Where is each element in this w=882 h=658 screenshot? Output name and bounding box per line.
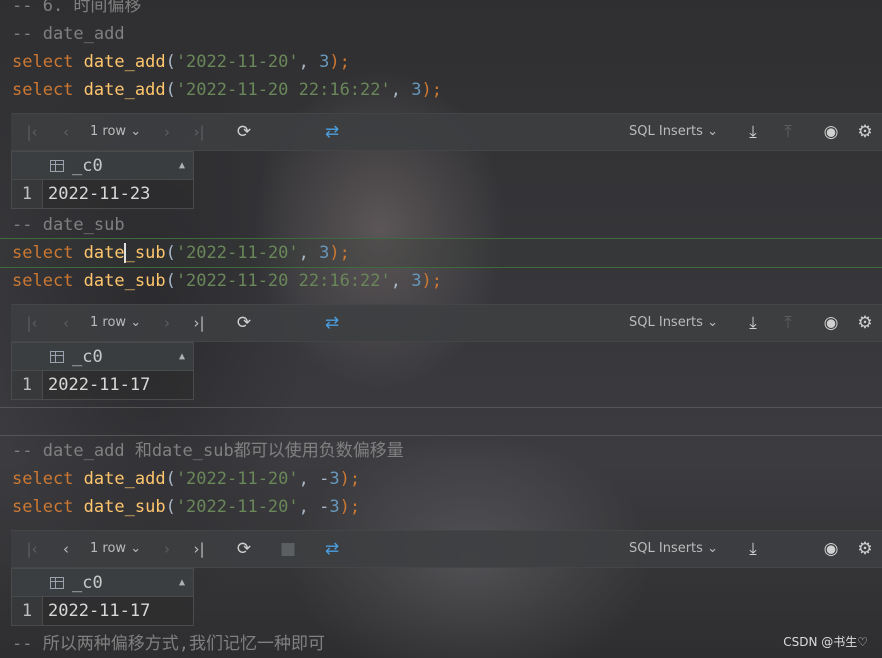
- compare-icon[interactable]: ⇄: [321, 114, 343, 150]
- row-number: 1: [12, 597, 43, 625]
- upload-icon[interactable]: ⤒: [777, 305, 799, 341]
- upload-icon[interactable]: ⤒: [777, 114, 799, 150]
- gear-icon[interactable]: ⚙: [854, 114, 876, 150]
- refresh-icon[interactable]: ⟳: [233, 305, 255, 341]
- next-page-icon[interactable]: ›: [156, 305, 178, 341]
- rows-dropdown[interactable]: 1 row ⌄: [90, 305, 141, 341]
- table-row[interactable]: 1 2022-11-17: [11, 371, 194, 400]
- gear-icon[interactable]: ⚙: [854, 305, 876, 341]
- format-dropdown[interactable]: SQL Inserts ⌄: [629, 305, 718, 341]
- prev-page-icon[interactable]: ‹: [55, 114, 77, 150]
- result-toolbar: |‹ ‹ 1 row ⌄ › ›| ⟳ ⇄ SQL Inserts ⌄ ⤓ ⤒ …: [11, 304, 882, 342]
- code-comment-line: -- 所以两种偏移方式,我们记忆一种即可: [12, 634, 325, 654]
- table-row[interactable]: 1 2022-11-17: [11, 597, 194, 626]
- compare-icon[interactable]: ⇄: [321, 305, 343, 341]
- download-icon[interactable]: ⤓: [742, 305, 764, 341]
- code-comment-line: -- date_add: [12, 24, 125, 44]
- format-dropdown[interactable]: SQL Inserts ⌄: [629, 531, 718, 567]
- last-page-icon[interactable]: ›|: [188, 114, 210, 150]
- row-number: 1: [12, 371, 43, 399]
- eye-icon[interactable]: ◉: [820, 305, 842, 341]
- code-comment-line: -- date_sub: [12, 215, 125, 235]
- table-cell[interactable]: 2022-11-17: [48, 597, 150, 625]
- result-toolbar: |‹ ‹ 1 row ⌄ › ›| ⟳ ■ ⇄ SQL Inserts ⌄ ⤓ …: [11, 530, 882, 568]
- refresh-icon[interactable]: ⟳: [233, 114, 255, 150]
- code-comment-line: -- date_add 和date_sub都可以使用负数偏移量: [12, 441, 404, 461]
- column-header[interactable]: _c0 ▲: [11, 568, 194, 597]
- table-row[interactable]: 1 2022-11-23: [11, 180, 194, 209]
- result-panel-1: |‹ ‹ 1 row ⌄ › ›| ⟳ ⇄ SQL Inserts ⌄ ⤓ ⤒ …: [11, 113, 882, 213]
- result-grid: _c0 ▲ 1 2022-11-17: [11, 568, 882, 630]
- next-page-icon[interactable]: ›: [156, 114, 178, 150]
- result-grid: _c0 ▲ 1 2022-11-23: [11, 151, 882, 213]
- download-icon[interactable]: ⤓: [742, 114, 764, 150]
- column-header[interactable]: _c0 ▲: [11, 151, 194, 180]
- sort-icon[interactable]: ▲: [179, 343, 185, 371]
- code-line[interactable]: select date_add('2022-11-20 22:16:22', 3…: [0, 76, 882, 104]
- first-page-icon[interactable]: |‹: [21, 114, 43, 150]
- result-grid: _c0 ▲ 1 2022-11-17: [11, 342, 882, 404]
- prev-page-icon[interactable]: ‹: [55, 305, 77, 341]
- download-icon[interactable]: ⤓: [742, 531, 764, 567]
- rows-dropdown[interactable]: 1 row ⌄: [90, 531, 141, 567]
- table-column-icon: [50, 160, 64, 172]
- code-line[interactable]: select date_add('2022-11-20', 3);: [0, 48, 882, 76]
- code-line[interactable]: select date_sub('2022-11-20', -3);: [0, 493, 882, 521]
- format-dropdown[interactable]: SQL Inserts ⌄: [629, 114, 718, 150]
- compare-icon[interactable]: ⇄: [321, 531, 343, 567]
- last-page-icon[interactable]: ›|: [188, 305, 210, 341]
- stop-icon[interactable]: ■: [277, 531, 299, 567]
- first-page-icon[interactable]: |‹: [21, 531, 43, 567]
- table-column-icon: [50, 351, 64, 363]
- refresh-icon[interactable]: ⟳: [233, 531, 255, 567]
- chevron-down-icon: ⌄: [707, 541, 718, 556]
- code-comment-line: -- 6. 时间偏移: [12, 0, 142, 16]
- chevron-down-icon: ⌄: [707, 315, 718, 330]
- first-page-icon[interactable]: |‹: [21, 305, 43, 341]
- column-header[interactable]: _c0 ▲: [11, 342, 194, 371]
- column-name: _c0: [72, 573, 103, 593]
- code-line-current[interactable]: select date_sub('2022-11-20', 3);: [0, 238, 882, 268]
- code-line[interactable]: select date_add('2022-11-20', -3);: [0, 465, 882, 493]
- result-panel-2: |‹ ‹ 1 row ⌄ › ›| ⟳ ⇄ SQL Inserts ⌄ ⤓ ⤒ …: [11, 304, 882, 404]
- code-line[interactable]: select date_sub('2022-11-20 22:16:22', 3…: [0, 267, 882, 295]
- last-page-icon[interactable]: ›|: [188, 531, 210, 567]
- chevron-down-icon: ⌄: [130, 541, 142, 556]
- eye-icon[interactable]: ◉: [820, 531, 842, 567]
- column-name: _c0: [72, 156, 103, 176]
- chevron-down-icon: ⌄: [130, 315, 142, 330]
- watermark: CSDN @书生♡: [783, 635, 868, 649]
- table-cell[interactable]: 2022-11-17: [48, 371, 150, 399]
- sort-icon[interactable]: ▲: [179, 152, 185, 180]
- table-column-icon: [50, 577, 64, 589]
- sort-icon[interactable]: ▲: [179, 569, 185, 597]
- rows-dropdown[interactable]: 1 row ⌄: [90, 114, 141, 150]
- eye-icon[interactable]: ◉: [820, 114, 842, 150]
- result-toolbar: |‹ ‹ 1 row ⌄ › ›| ⟳ ⇄ SQL Inserts ⌄ ⤓ ⤒ …: [11, 113, 882, 151]
- divider: [0, 435, 882, 436]
- result-panel-3: |‹ ‹ 1 row ⌄ › ›| ⟳ ■ ⇄ SQL Inserts ⌄ ⤓ …: [11, 530, 882, 630]
- divider: [0, 407, 882, 408]
- chevron-down-icon: ⌄: [130, 124, 142, 139]
- chevron-down-icon: ⌄: [707, 124, 718, 139]
- next-page-icon[interactable]: ›: [156, 531, 178, 567]
- gear-icon[interactable]: ⚙: [854, 531, 876, 567]
- column-name: _c0: [72, 347, 103, 367]
- row-number: 1: [12, 180, 43, 208]
- table-cell[interactable]: 2022-11-23: [48, 180, 150, 208]
- prev-page-icon[interactable]: ‹: [55, 531, 77, 567]
